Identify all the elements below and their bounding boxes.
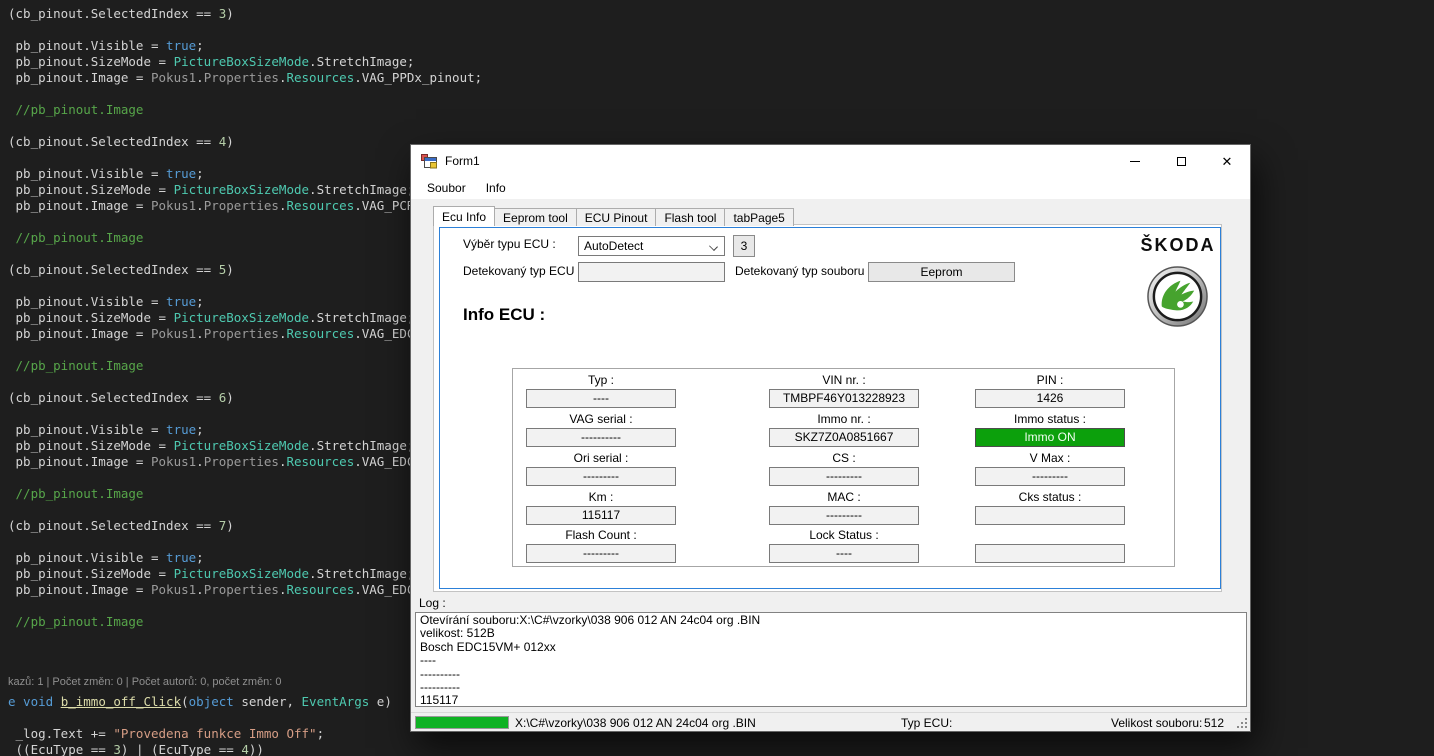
chevron-down-icon [709, 242, 718, 251]
field-value-box[interactable]: --------- [975, 467, 1125, 486]
field-value-box[interactable]: --------- [769, 467, 919, 486]
detected-ecu-label: Detekovaný typ ECU : [463, 264, 581, 278]
field-label: Immo nr. : [769, 412, 919, 426]
immo-status-box[interactable]: Immo ON [975, 428, 1125, 447]
menu-item-info[interactable]: Info [476, 178, 516, 198]
tab-flash-tool[interactable]: Flash tool [655, 208, 725, 226]
ecu-info-panel: Výběr typu ECU : AutoDetect 3 Detekovaný… [439, 227, 1221, 589]
ecu-type-combobox-value: AutoDetect [584, 239, 643, 253]
tab-ecu-info[interactable]: Ecu Info [433, 206, 495, 226]
tab-strip: Ecu InfoEeprom toolECU PinoutFlash toolt… [433, 206, 793, 226]
close-button[interactable]: ✕ [1204, 145, 1250, 177]
titlebar[interactable]: Form1 ✕ [411, 145, 1250, 177]
code-line: pb_pinout.Image = Pokus1.Properties.Reso… [8, 70, 482, 86]
field-label: Flash Count : [526, 528, 676, 542]
code-line [8, 118, 482, 134]
field-value-box[interactable]: --------- [526, 467, 676, 486]
screen: (cb_pinout.SelectedIndex == 3) pb_pinout… [0, 0, 1434, 756]
field-label: V Max : [975, 451, 1125, 465]
tab-ecu-pinout[interactable]: ECU Pinout [576, 208, 657, 226]
detected-ecu-textbox[interactable] [578, 262, 725, 282]
code-line: //pb_pinout.Image [8, 102, 482, 118]
field-value-box[interactable]: TMBPF46Y013228923 [769, 389, 919, 408]
form-window: Form1 ✕ SouborInfo Ecu InfoEeprom toolEC… [410, 144, 1251, 732]
skoda-brand: ŠKODA [1130, 235, 1226, 256]
minimize-button[interactable] [1112, 145, 1158, 177]
field-label: VAG serial : [526, 412, 676, 426]
code-line: pb_pinout.Visible = true; [8, 38, 482, 54]
field-label: Typ : [526, 373, 676, 387]
detected-file-label: Detekovaný typ souboru : [735, 264, 871, 278]
eeprom-button[interactable]: Eeprom [868, 262, 1015, 282]
log-line: ---------- [420, 668, 1242, 681]
menu-item-soubor[interactable]: Soubor [417, 178, 476, 198]
log-textbox[interactable]: Otevírání souboru:X:\C#\vzorky\038 906 0… [415, 612, 1247, 707]
codelens-references[interactable]: kazů: 1 | Počet změn: 0 | Počet autorů: … [8, 676, 282, 688]
menu-bar: SouborInfo [411, 177, 1250, 199]
field-value-box[interactable]: SKZ7Z0A0851667 [769, 428, 919, 447]
field-value-box[interactable]: ---------- [526, 428, 676, 447]
skoda-wordmark: ŠKODA [1130, 235, 1226, 256]
field-value-box[interactable]: --------- [526, 544, 676, 563]
ecu-type-combobox[interactable]: AutoDetect [578, 236, 725, 256]
field-value-box[interactable]: 1426 [975, 389, 1125, 408]
field-label: PIN : [975, 373, 1125, 387]
tab-eeprom-tool[interactable]: Eeprom tool [494, 208, 577, 226]
field-value-box[interactable] [975, 506, 1125, 525]
maximize-icon [1177, 157, 1186, 166]
resize-grip[interactable] [1235, 716, 1248, 729]
field-label: Lock Status : [769, 528, 919, 542]
field-label: CS : [769, 451, 919, 465]
progress-bar [415, 716, 509, 729]
status-size-value: 512 [1204, 716, 1224, 730]
code-line: pb_pinout.SizeMode = PictureBoxSizeMode.… [8, 54, 482, 70]
skoda-logo-icon [1146, 265, 1209, 328]
field-label: Km : [526, 490, 676, 504]
log-line: 115117 [420, 694, 1242, 707]
close-icon: ✕ [1222, 155, 1233, 168]
maximize-button[interactable] [1158, 145, 1204, 177]
log-line: velikost: 512B [420, 627, 1242, 640]
tab-tabpage5[interactable]: tabPage5 [724, 208, 793, 226]
log-label: Log : [419, 596, 446, 610]
ecu-select-label: Výběr typu ECU : [463, 237, 556, 251]
field-label: Ori serial : [526, 451, 676, 465]
window-title: Form1 [445, 154, 480, 168]
log-line: ---------- [420, 681, 1242, 694]
code-line [8, 86, 482, 102]
code-line [8, 22, 482, 38]
status-size-label: Velikost souboru: [1111, 716, 1202, 730]
status-bar: X:\C#\vzorky\038 906 012 AN 24c04 org .B… [411, 712, 1250, 731]
code-line: (cb_pinout.SelectedIndex == 3) [8, 6, 482, 22]
field-value-box[interactable]: 115117 [526, 506, 676, 525]
minimize-icon [1130, 161, 1140, 162]
form-icon [421, 153, 437, 169]
small-3-button[interactable]: 3 [733, 235, 755, 257]
status-file-path: X:\C#\vzorky\038 906 012 AN 24c04 org .B… [515, 716, 756, 730]
info-ecu-heading: Info ECU : [463, 305, 545, 325]
log-line: ---- [420, 654, 1242, 667]
field-label: VIN nr. : [769, 373, 919, 387]
tabpage-ecu-info: Výběr typu ECU : AutoDetect 3 Detekovaný… [433, 224, 1222, 592]
field-value-box[interactable]: --------- [769, 506, 919, 525]
status-ecu-type: Typ ECU: [901, 716, 952, 730]
ecu-values-grid: Typ : ---- VAG serial : ---------- Ori seria… [512, 368, 1175, 567]
field-value-box[interactable]: ---- [526, 389, 676, 408]
code-line: ((EcuType == 3) | (EcuType == 4)) [8, 742, 482, 756]
log-line: Bosch EDC15VM+ 012xx [420, 641, 1242, 654]
field-label: MAC : [769, 490, 919, 504]
field-value-box[interactable]: ---- [769, 544, 919, 563]
field-label: Cks status : [975, 490, 1125, 504]
log-line: Otevírání souboru:X:\C#\vzorky\038 906 0… [420, 614, 1242, 627]
field-label: Immo status : [975, 412, 1125, 426]
field-value-box[interactable] [975, 544, 1125, 563]
